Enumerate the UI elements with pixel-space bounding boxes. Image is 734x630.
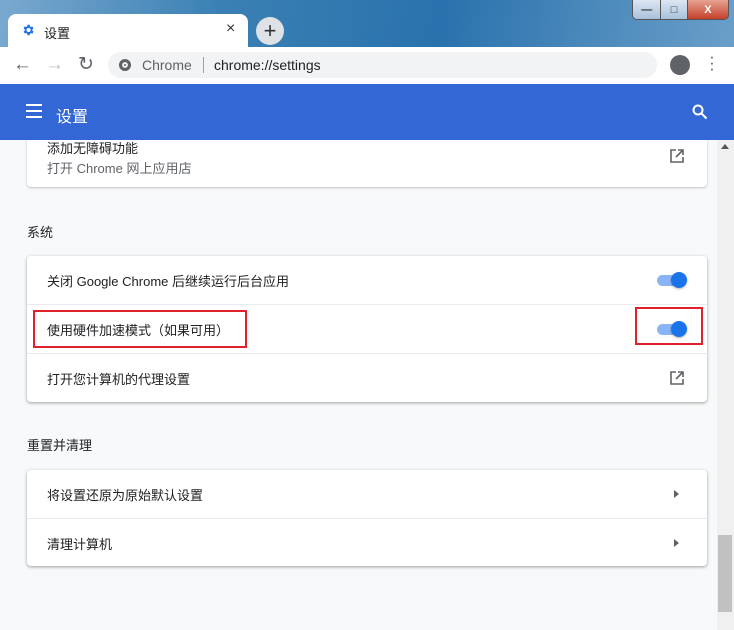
- reset-card: 将设置还原为原始默认设置 清理计算机: [27, 470, 707, 566]
- setting-row-proxy[interactable]: 打开您计算机的代理设置: [27, 353, 707, 402]
- chevron-right-icon: [674, 490, 679, 498]
- section-heading-system: 系统: [27, 225, 54, 240]
- setting-row-background-apps[interactable]: 关闭 Google Chrome 后继续运行后台应用: [27, 256, 707, 305]
- external-link-icon[interactable]: [669, 148, 685, 164]
- minimize-button[interactable]: —: [633, 0, 661, 19]
- tab-close-button[interactable]: ×: [226, 20, 235, 38]
- reload-button[interactable]: ↻: [78, 53, 94, 76]
- external-link-icon[interactable]: [669, 370, 685, 386]
- search-icon[interactable]: [692, 104, 708, 120]
- setting-row-restore-defaults[interactable]: 将设置还原为原始默认设置: [27, 470, 707, 519]
- hamburger-menu-icon[interactable]: [26, 104, 42, 118]
- scroll-up-arrow-icon[interactable]: [721, 144, 729, 149]
- page-title: 设置: [56, 109, 89, 126]
- setting-label: 将设置还原为原始默认设置: [47, 488, 204, 503]
- setting-row-cleanup[interactable]: 清理计算机: [27, 518, 707, 567]
- site-label: Chrome: [142, 57, 192, 73]
- highlight-box-toggle: [635, 307, 703, 345]
- menu-kebab-icon[interactable]: · · ·: [709, 48, 715, 77]
- close-window-button[interactable]: X: [686, 0, 728, 19]
- section-heading-reset: 重置并清理: [27, 438, 93, 453]
- gear-icon: [23, 24, 34, 36]
- chevron-right-icon: [674, 539, 679, 547]
- accessibility-title: 添加无障碍功能: [47, 141, 139, 156]
- maximize-button[interactable]: □: [660, 0, 687, 19]
- background-apps-toggle[interactable]: [655, 272, 687, 288]
- scrollbar-thumb[interactable]: [718, 535, 732, 612]
- setting-label: 清理计算机: [47, 536, 113, 552]
- forward-button[interactable]: →: [45, 54, 64, 76]
- scrollbar[interactable]: [717, 140, 734, 630]
- setting-label: 打开您计算机的代理设置: [47, 371, 191, 387]
- window-controls: — □ X: [632, 0, 729, 20]
- url-text: chrome://settings: [214, 57, 321, 73]
- back-button[interactable]: ←: [13, 54, 32, 76]
- highlight-box-label: [33, 310, 247, 348]
- profile-avatar-icon[interactable]: [670, 55, 690, 75]
- tab-title: 设置: [44, 26, 71, 41]
- setting-label: 关闭 Google Chrome 后继续运行后台应用: [47, 274, 289, 289]
- new-tab-button[interactable]: +: [256, 17, 284, 45]
- address-bar[interactable]: Chrome chrome://settings: [108, 52, 657, 78]
- divider: [203, 57, 204, 73]
- chrome-icon: [119, 59, 131, 71]
- accessibility-subtitle: 打开 Chrome 网上应用店: [47, 161, 192, 176]
- tab-settings[interactable]: 设置 ×: [8, 14, 248, 47]
